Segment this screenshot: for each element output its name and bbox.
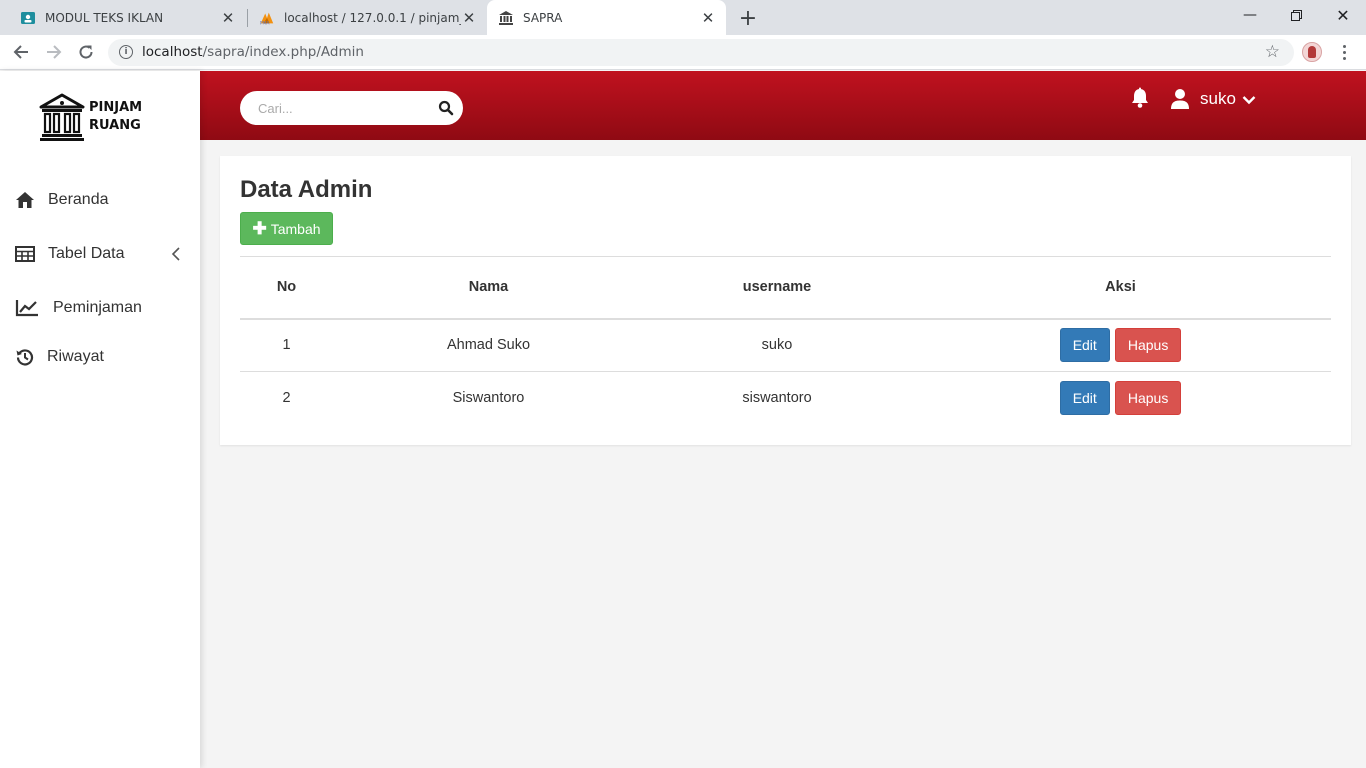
info-icon[interactable]: i [119, 45, 133, 59]
edit-button[interactable]: Edit [1059, 328, 1110, 363]
sidebar-item-riwayat[interactable]: Riwayat [0, 337, 200, 377]
sidebar: PINJAM RUANG Beranda Tabel Data Peminjam… [0, 71, 200, 768]
user-icon [1170, 88, 1190, 110]
tab-title: localhost / 127.0.0.1 / pinjam_rua [284, 10, 461, 25]
restore-icon[interactable] [1273, 0, 1319, 30]
cell-aksi: Edit Hapus [910, 319, 1331, 372]
chart-line-icon [15, 298, 39, 318]
cell-no: 1 [282, 337, 291, 354]
close-icon[interactable]: ✕ [700, 9, 716, 27]
browser-tab[interactable]: MODUL TEKS IKLAN ✕ [0, 0, 246, 35]
sidebar-item-label: Beranda [48, 191, 109, 208]
table-row: 2 Siswantoro siswantoro Edit Hapus [240, 372, 1331, 425]
app-logo[interactable]: PINJAM RUANG [39, 92, 159, 142]
plus-icon: ✚ [252, 219, 267, 238]
cell-username: suko [761, 337, 793, 354]
phpmyadmin-icon: PMA [259, 10, 275, 26]
admin-table: No Nama username Aksi 1 Ahmad Suko suko … [240, 256, 1331, 425]
admin-card: Data Admin ✚ Tambah No Nama username Aks… [220, 156, 1351, 445]
page-title: Data Admin [240, 176, 373, 203]
delete-button[interactable]: Hapus [1114, 381, 1182, 416]
top-navbar: suko [200, 71, 1366, 140]
url-host: localhost [142, 44, 203, 60]
add-button-label: Tambah [270, 220, 321, 237]
search-box [240, 91, 463, 125]
minimize-icon[interactable]: — [1227, 0, 1273, 30]
cell-nama: Ahmad Suko [446, 337, 531, 354]
add-admin-button[interactable]: ✚ Tambah [240, 212, 333, 245]
browser-toolbar: i localhost/sapra/index.php/Admin ☆ [0, 35, 1366, 70]
cell-no: 2 [282, 390, 291, 407]
bookmark-star-icon[interactable]: ☆ [1265, 42, 1280, 62]
reload-icon[interactable] [73, 39, 99, 65]
user-menu[interactable]: suko [1170, 87, 1256, 111]
column-header-aksi: Aksi [1105, 279, 1136, 296]
svg-text:PMA: PMA [260, 20, 270, 25]
chevron-down-icon [1242, 90, 1256, 110]
edit-button[interactable]: Edit [1059, 381, 1110, 416]
logo-text: PINJAM RUANG [89, 99, 142, 135]
home-icon [14, 190, 36, 210]
column-header-nama: Nama [468, 279, 509, 296]
menu-kebab-icon[interactable] [1335, 42, 1353, 62]
sidebar-item-beranda[interactable]: Beranda [0, 180, 200, 220]
sidebar-item-tabel-data[interactable]: Tabel Data [0, 234, 200, 274]
tab-title: SAPRA [523, 10, 563, 25]
classroom-icon [20, 10, 36, 26]
url-text: localhost/sapra/index.php/Admin [142, 44, 364, 60]
logo-line2: RUANG [89, 118, 141, 133]
sidebar-item-peminjaman[interactable]: Peminjaman [0, 288, 200, 328]
close-icon[interactable]: ✕ [461, 9, 477, 27]
logo-line1: PINJAM [89, 100, 143, 115]
search-icon[interactable] [438, 100, 454, 116]
browser-tab-active[interactable]: SAPRA ✕ [487, 0, 726, 35]
browser-tabstrip: MODUL TEKS IKLAN ✕ PMA localhost / 127.0… [0, 0, 1366, 35]
tab-title: MODUL TEKS IKLAN [45, 10, 164, 25]
cell-nama: Siswantoro [452, 390, 525, 407]
table-header-row: No Nama username Aksi [240, 256, 1331, 319]
close-icon[interactable]: ✕ [220, 9, 236, 27]
sidebar-item-label: Peminjaman [53, 299, 142, 316]
building-logo-icon [39, 93, 85, 141]
back-icon[interactable] [8, 39, 34, 65]
sidebar-item-label: Riwayat [47, 348, 104, 365]
sidebar-item-label: Tabel Data [48, 245, 125, 262]
table-row: 1 Ahmad Suko suko Edit Hapus [240, 319, 1331, 372]
window-close-icon[interactable]: ✕ [1320, 0, 1366, 30]
browser-tab[interactable]: PMA localhost / 127.0.0.1 / pinjam_rua ✕ [239, 0, 487, 35]
profile-avatar[interactable] [1302, 42, 1322, 62]
table-icon [14, 244, 36, 264]
chevron-left-icon [171, 246, 181, 267]
address-bar[interactable]: i localhost/sapra/index.php/Admin ☆ [108, 39, 1294, 66]
cell-aksi: Edit Hapus [910, 372, 1331, 425]
bell-icon[interactable] [1129, 87, 1151, 109]
search-input[interactable] [258, 99, 428, 117]
username-label: suko [1200, 89, 1236, 108]
building-icon [498, 10, 514, 26]
column-header-no: No [276, 279, 297, 296]
forward-icon[interactable] [41, 39, 67, 65]
history-icon [14, 347, 36, 367]
cell-username: siswantoro [742, 390, 812, 407]
new-tab-icon[interactable]: + [736, 6, 760, 31]
column-header-username: username [742, 279, 812, 296]
delete-button[interactable]: Hapus [1114, 328, 1182, 363]
url-path: /sapra/index.php/Admin [202, 44, 364, 60]
